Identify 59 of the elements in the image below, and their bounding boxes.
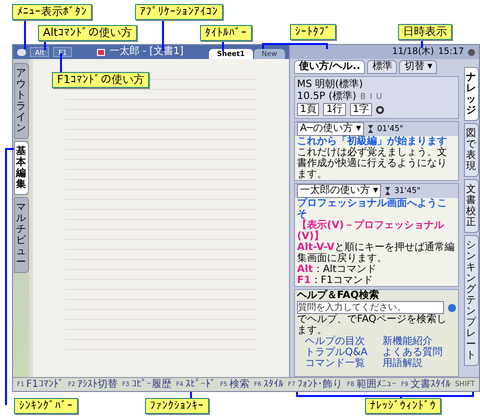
font-size[interactable]: 10.5P (標準) bbox=[297, 91, 356, 102]
panel-text: Alt-V-Vと順にキーを押せば通常編集画面に戻ります。 bbox=[297, 242, 456, 264]
side-tab[interactable]: シンキングテンプレート bbox=[464, 235, 478, 366]
font-name[interactable]: MS 明朝(標準) bbox=[297, 79, 456, 90]
help-title: ヘルプ＆FAQ検索 bbox=[297, 290, 380, 301]
leader-line bbox=[24, 20, 26, 49]
cursor-position: 1頁 bbox=[297, 103, 320, 116]
callout-label: Altｺﾏﾝﾄﾞの使い方 bbox=[38, 25, 137, 41]
callout-label: 日時表示 bbox=[398, 24, 452, 40]
time-display: 15:17 bbox=[438, 46, 464, 58]
timer: 31'45" bbox=[394, 185, 420, 197]
help-link[interactable]: コマンド一覧 bbox=[305, 358, 378, 369]
panel-heading: プロフェッショナル画面へようこそ bbox=[297, 198, 448, 220]
panel-dropdown[interactable]: A─の使い方 ▾ bbox=[297, 122, 364, 136]
panel-text: これだけは必ず覚えましょう。文書作成が快適に行えるようになります。 bbox=[297, 147, 448, 180]
style-button[interactable]: U bbox=[376, 91, 382, 102]
hourglass-icon bbox=[368, 125, 374, 133]
leader-line bbox=[162, 20, 164, 51]
window-title: 一太郎 - [文書1] bbox=[109, 46, 184, 58]
style-button[interactable]: B bbox=[360, 91, 366, 102]
menu-button[interactable] bbox=[17, 48, 26, 56]
callout-label: ｼﾝｷﾝｸﾞﾊﾞｰ bbox=[14, 398, 78, 414]
panel-text: Alt：Altコマンド bbox=[297, 264, 378, 275]
switch-button[interactable]: 切替 ▾ bbox=[399, 60, 438, 74]
callout-label: F1ｺﾏﾝﾄﾞの使い方 bbox=[52, 72, 150, 88]
callout-label: ﾅﾚｯｼﾞｳｨﾝﾄﾞｳ bbox=[365, 398, 441, 414]
help-link[interactable]: 新機能紹介 bbox=[382, 336, 456, 347]
hourglass-icon bbox=[385, 187, 390, 195]
timer: 01'45" bbox=[377, 123, 404, 135]
callout-label: ﾒﾆｭｰ表示ﾎﾞﾀﾝ bbox=[12, 4, 92, 20]
app-icon[interactable] bbox=[97, 48, 106, 56]
sidebar-tab[interactable]: アウトライン bbox=[14, 63, 28, 139]
help-hint: でヘルプ、でFAQページを検索します。 bbox=[297, 314, 448, 336]
leader-line bbox=[262, 43, 328, 49]
panel-dropdown[interactable]: 一太郎の使い方 ▾ bbox=[297, 184, 382, 198]
question-field[interactable]: 質問を入力してください。 bbox=[297, 301, 444, 314]
side-tab[interactable]: 図で表現 bbox=[464, 123, 478, 177]
sidebar-tab[interactable]: マルチビュー bbox=[14, 197, 28, 273]
sidebar-tab[interactable]: 基本編集 bbox=[14, 141, 28, 195]
help-link[interactable]: トラブルQ&A bbox=[305, 347, 378, 358]
panel-text: F1：F1コマンド bbox=[297, 275, 374, 286]
leader-line bbox=[60, 53, 62, 72]
help-link[interactable]: 用語解説 bbox=[382, 358, 456, 369]
cursor-position: 1行 bbox=[323, 103, 346, 116]
side-tab[interactable]: ナレッジ bbox=[464, 67, 478, 121]
callout-label: ｼｰﾄﾀﾌﾞ bbox=[290, 24, 336, 40]
help-link[interactable]: ヘルプの目次 bbox=[305, 336, 378, 347]
callout-label: ﾌｧﾝｸｼｮﾝｷｰ bbox=[145, 398, 209, 414]
panel-heading: これから「初級編」が始まります bbox=[297, 136, 448, 147]
cursor-position: 1字 bbox=[350, 103, 372, 116]
style-button[interactable]: I bbox=[370, 91, 372, 102]
callout-label: ｱﾌﾟﾘｹｰｼｮﾝｱｲｺﾝ bbox=[135, 4, 223, 20]
date-display: 11/18(木) bbox=[392, 46, 434, 58]
panel-text: 【表示(V)－プロフェッショナル(V)】 bbox=[297, 220, 444, 242]
pane-tab[interactable]: 使い方/ヘル.. bbox=[294, 60, 366, 74]
pane-tab[interactable]: 標準 bbox=[367, 60, 398, 74]
side-tab[interactable]: 文書校正 bbox=[464, 179, 478, 233]
help-link[interactable]: よくある質問 bbox=[382, 347, 456, 358]
callout-label: ﾀｲﾄﾙﾊﾞｰ bbox=[200, 25, 252, 41]
